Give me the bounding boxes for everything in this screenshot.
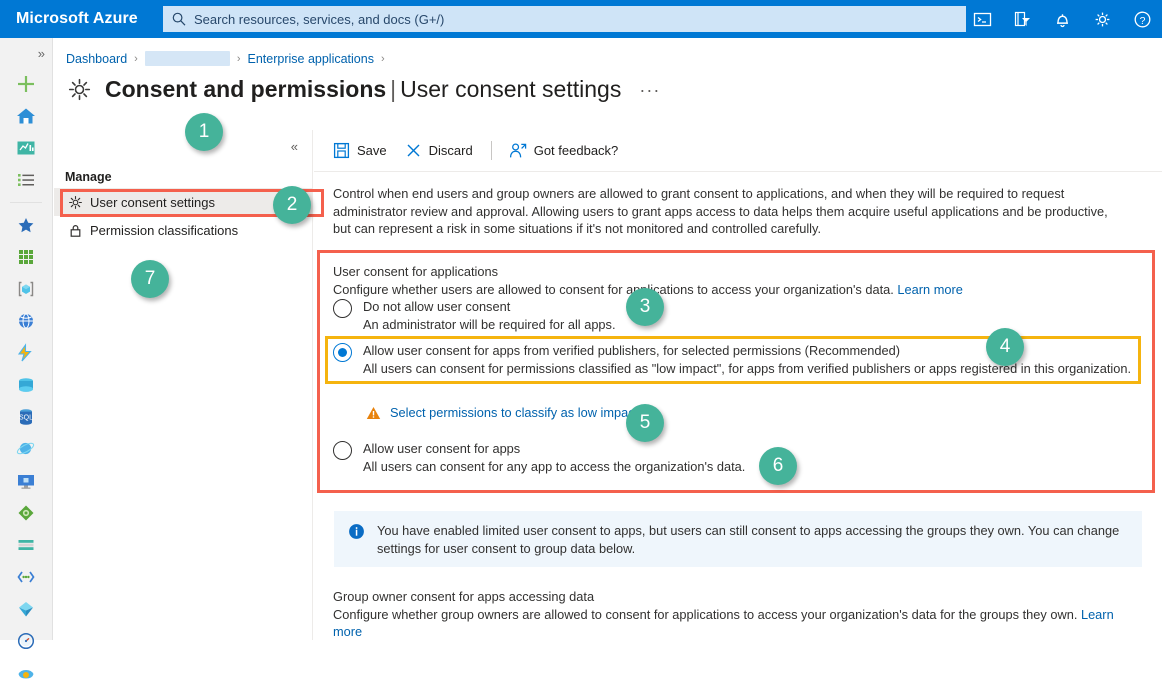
- sidebar-item-permission-classifications[interactable]: Permission classifications: [54, 216, 312, 244]
- load-balancers-icon[interactable]: [0, 497, 52, 529]
- home-icon[interactable]: [0, 100, 52, 132]
- save-button[interactable]: Save: [333, 136, 387, 166]
- discard-button-label: Discard: [428, 143, 473, 158]
- breadcrumb-separator-icon: ›: [134, 52, 138, 65]
- monitor-icon[interactable]: [0, 593, 52, 625]
- top-navigation-bar: Microsoft Azure ?: [0, 0, 1162, 38]
- group-owner-consent-section: Group owner consent for apps accessing d…: [333, 588, 1145, 641]
- callout-badge-3: 3: [626, 288, 664, 326]
- callout-badge-4: 4: [986, 328, 1024, 366]
- got-feedback-button-label: Got feedback?: [533, 143, 619, 158]
- got-feedback-button[interactable]: Got feedback?: [509, 136, 619, 166]
- resource-groups-icon[interactable]: [0, 273, 52, 305]
- breadcrumb-separator-icon: ›: [380, 52, 385, 65]
- info-banner-text: You have enabled limited user consent to…: [377, 523, 1120, 556]
- top-bar-icon-group: ?: [962, 0, 1162, 38]
- azure-brand-logo[interactable]: Microsoft Azure: [0, 10, 138, 28]
- breadcrumb-item-dashboard[interactable]: Dashboard: [66, 52, 127, 66]
- info-banner: You have enabled limited user consent to…: [334, 511, 1142, 567]
- app-services-icon[interactable]: [0, 305, 52, 337]
- group-owner-consent-description-text: Configure whether group owners are allow…: [333, 606, 1078, 622]
- breadcrumb-item-redacted[interactable]: [144, 51, 230, 66]
- virtual-networks-icon[interactable]: [0, 529, 52, 561]
- save-disk-icon: [333, 142, 350, 159]
- callout-badge-5: 5: [626, 404, 664, 442]
- breadcrumb-item-enterprise-applications[interactable]: Enterprise applications: [248, 52, 374, 66]
- expand-rail-button[interactable]: »: [0, 38, 52, 68]
- intro-description: Control when end users and group owners …: [333, 186, 1108, 236]
- search-input[interactable]: [194, 11, 914, 27]
- page-title-primary: Consent and permissions: [105, 76, 387, 102]
- feedback-person-icon: [509, 142, 527, 159]
- collapse-menu-button[interactable]: «: [54, 130, 312, 162]
- callout-badge-7: 7: [131, 260, 169, 298]
- all-resources-icon[interactable]: [0, 241, 52, 273]
- function-app-icon[interactable]: [0, 337, 52, 369]
- callout-badge-2: 2: [273, 186, 311, 224]
- sidebar-item-label: Permission classifications: [90, 222, 239, 238]
- security-center-icon[interactable]: [0, 657, 52, 689]
- svg-text:SQL: SQL: [19, 415, 33, 422]
- group-owner-consent-heading: Group owner consent for apps accessing d…: [333, 589, 595, 604]
- sql-databases-icon[interactable]: SQL: [0, 401, 52, 433]
- portal-icon-rail: » SQL: [0, 38, 53, 679]
- gear-icon: [66, 76, 93, 103]
- svg-text:?: ?: [1139, 15, 1145, 27]
- virtual-machines-icon[interactable]: [0, 465, 52, 497]
- azure-active-directory-icon[interactable]: [0, 561, 52, 593]
- page-title-divider: |: [390, 76, 397, 102]
- directories-filter-icon[interactable]: [1002, 0, 1042, 38]
- discard-button[interactable]: Discard: [405, 136, 473, 166]
- more-options-button[interactable]: ···: [639, 81, 660, 99]
- notifications-bell-icon[interactable]: [1042, 0, 1082, 38]
- callout-badge-6: 6: [759, 447, 797, 485]
- group-owner-consent-description: Configure whether group owners are allow…: [333, 606, 1145, 641]
- cosmos-db-icon[interactable]: [0, 433, 52, 465]
- cloud-shell-icon[interactable]: [962, 0, 1002, 38]
- search-icon: [172, 12, 186, 26]
- command-toolbar: Save Discard Got feedback?: [314, 130, 1162, 172]
- storage-accounts-icon[interactable]: [0, 369, 52, 401]
- create-a-resource-icon[interactable]: [0, 68, 52, 100]
- advisor-icon[interactable]: [0, 625, 52, 657]
- toolbar-divider: [490, 141, 492, 160]
- lock-icon: [68, 223, 90, 238]
- help-question-icon[interactable]: ?: [1122, 0, 1162, 38]
- rail-divider: [10, 202, 42, 203]
- page-title-row: Consent and permissions | User consent set…: [66, 76, 660, 103]
- page-title: Consent and permissions | User consent set…: [105, 76, 621, 103]
- breadcrumb-separator-icon: ›: [236, 52, 241, 65]
- settings-gear-icon[interactable]: [1082, 0, 1122, 38]
- menu-group-label-manage: Manage: [65, 170, 112, 184]
- dashboard-icon[interactable]: [0, 132, 52, 164]
- close-x-icon: [405, 142, 422, 159]
- callout-badge-1: 1: [185, 113, 223, 151]
- favorites-star-icon[interactable]: [0, 209, 52, 241]
- breadcrumb: Dashboard › › Enterprise applications ›: [66, 51, 392, 66]
- save-button-label: Save: [357, 143, 387, 158]
- page-title-secondary: User consent settings: [400, 76, 622, 102]
- all-services-icon[interactable]: [0, 164, 52, 196]
- global-search-box[interactable]: [163, 6, 966, 32]
- info-circle-icon: [348, 523, 368, 567]
